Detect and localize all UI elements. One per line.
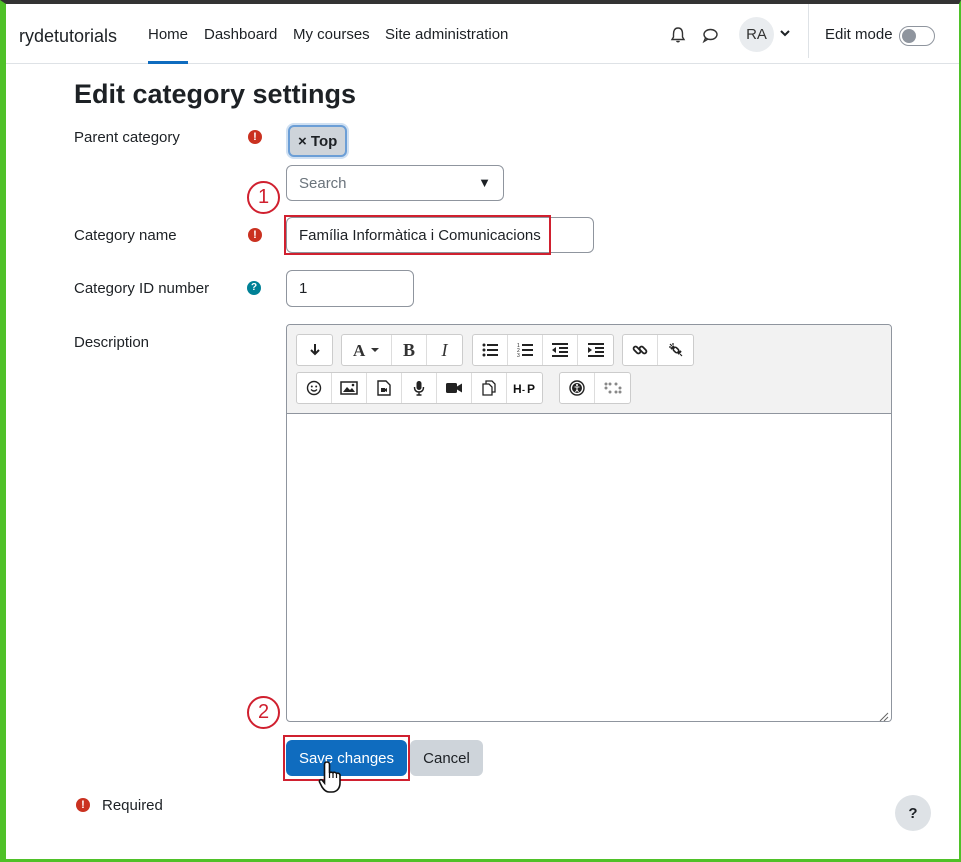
toolbar-group-toggle bbox=[296, 334, 333, 366]
parent-category-tag[interactable]: × Top bbox=[288, 125, 348, 157]
hand-pointer-cursor-icon bbox=[318, 760, 352, 800]
manage-files-icon[interactable] bbox=[472, 373, 507, 403]
media-file-icon[interactable] bbox=[367, 373, 402, 403]
bold-icon[interactable]: B bbox=[392, 335, 427, 365]
site-brand[interactable]: rydetutorials bbox=[19, 26, 117, 47]
step-annotation-1: 1 bbox=[247, 181, 280, 214]
accessibility-checker-icon[interactable] bbox=[560, 373, 595, 403]
font-style-icon[interactable]: A bbox=[342, 335, 392, 365]
search-placeholder: Search bbox=[299, 174, 347, 192]
emoji-icon[interactable] bbox=[297, 373, 332, 403]
toolbar-group-lists: 123 bbox=[472, 334, 614, 366]
ordered-list-icon[interactable]: 123 bbox=[508, 335, 543, 365]
resize-handle-icon[interactable] bbox=[879, 709, 889, 722]
navbar-divider bbox=[808, 4, 809, 58]
required-icon: ! bbox=[248, 228, 262, 242]
page-title: Edit category settings bbox=[74, 79, 357, 109]
step-annotation-2: 2 bbox=[247, 696, 280, 729]
italic-icon[interactable]: I bbox=[427, 335, 462, 365]
description-label: Description bbox=[74, 334, 150, 351]
toolbar-group-text: A B I bbox=[341, 334, 463, 366]
unlink-icon[interactable] bbox=[658, 335, 693, 365]
nav-dashboard[interactable]: Dashboard bbox=[204, 26, 277, 43]
svg-text:A: A bbox=[353, 342, 366, 358]
nav-site-administration[interactable]: Site administration bbox=[385, 26, 508, 43]
svg-text:P: P bbox=[527, 382, 535, 394]
top-navbar: rydetutorials Home Dashboard My courses … bbox=[6, 4, 959, 64]
messages-icon[interactable] bbox=[699, 24, 721, 46]
show-more-buttons-icon[interactable] bbox=[297, 335, 332, 365]
video-icon[interactable] bbox=[437, 373, 472, 403]
edit-mode-toggle[interactable] bbox=[899, 26, 935, 46]
parent-category-search[interactable]: Search ▼ bbox=[286, 165, 504, 201]
microphone-icon[interactable] bbox=[402, 373, 437, 403]
editor-toolbar: A B I 123 H - P bbox=[287, 325, 891, 414]
screenreader-helper-icon[interactable] bbox=[595, 373, 630, 403]
description-editor[interactable]: A B I 123 H - P bbox=[286, 324, 892, 722]
edit-mode-label: Edit mode bbox=[825, 26, 893, 43]
svg-text:H: H bbox=[513, 382, 522, 394]
required-text: Required bbox=[102, 797, 163, 814]
toolbar-group-accessibility bbox=[559, 372, 631, 404]
chevron-down-icon[interactable] bbox=[780, 28, 790, 40]
bell-icon[interactable] bbox=[667, 24, 689, 46]
outdent-icon[interactable] bbox=[543, 335, 578, 365]
h5p-icon[interactable]: H-P bbox=[507, 373, 542, 403]
nav-my-courses[interactable]: My courses bbox=[293, 26, 370, 43]
user-avatar[interactable]: RA bbox=[739, 17, 774, 52]
toolbar-group-links bbox=[622, 334, 694, 366]
dropdown-arrow-icon[interactable]: ▼ bbox=[478, 175, 491, 190]
highlight-box-category-name bbox=[284, 215, 551, 255]
category-id-field[interactable]: 1 bbox=[286, 270, 414, 307]
help-icon[interactable]: ? bbox=[247, 281, 261, 295]
indent-icon[interactable] bbox=[578, 335, 613, 365]
svg-text:-: - bbox=[522, 385, 525, 394]
parent-category-label: Parent category bbox=[74, 129, 180, 146]
toolbar-group-media: H-P bbox=[296, 372, 543, 404]
category-id-label: Category ID number bbox=[74, 280, 210, 297]
link-icon[interactable] bbox=[623, 335, 658, 365]
category-name-label: Category name bbox=[74, 227, 177, 244]
image-icon[interactable] bbox=[332, 373, 367, 403]
svg-text:3: 3 bbox=[517, 353, 520, 357]
nav-home[interactable]: Home bbox=[148, 26, 189, 64]
help-button[interactable]: ? bbox=[895, 795, 931, 831]
cancel-button[interactable]: Cancel bbox=[410, 740, 483, 776]
required-icon: ! bbox=[76, 798, 90, 812]
unordered-list-icon[interactable] bbox=[473, 335, 508, 365]
required-icon: ! bbox=[248, 130, 262, 144]
